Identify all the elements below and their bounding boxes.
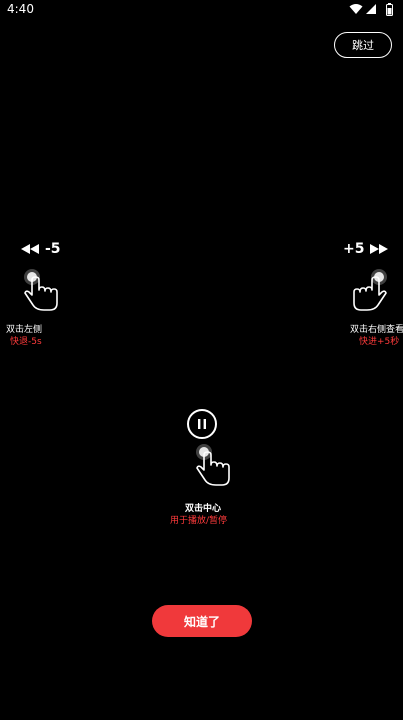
tap-hand-icon <box>24 269 58 311</box>
center-gesture-subtitle: 用于播放/暂停 <box>170 516 228 526</box>
pause-icon <box>198 419 206 429</box>
rewind-icon <box>21 244 39 254</box>
battery-icon <box>386 3 393 16</box>
tap-hand-icon <box>196 444 230 486</box>
skip-button[interactable]: 跳过 <box>334 32 392 58</box>
status-bar: 4:40 <box>0 0 403 20</box>
status-icons <box>349 3 395 17</box>
got-it-button[interactable]: 知道了 <box>152 605 252 637</box>
forward-hint: +5 <box>343 241 389 257</box>
rewind-hint: -5 <box>21 241 61 257</box>
right-gesture-subtitle: 快进+5秒 <box>359 337 400 347</box>
tap-hand-icon <box>353 269 387 311</box>
fast-forward-icon <box>370 244 389 254</box>
left-gesture-subtitle: 快退-5s <box>10 337 42 347</box>
pause-button-illustration <box>187 409 217 439</box>
rewind-step-label: -5 <box>45 241 61 257</box>
forward-step-label: +5 <box>343 241 365 257</box>
status-time: 4:40 <box>7 2 34 16</box>
wifi-icon <box>349 4 363 14</box>
signal-icon <box>366 4 376 14</box>
